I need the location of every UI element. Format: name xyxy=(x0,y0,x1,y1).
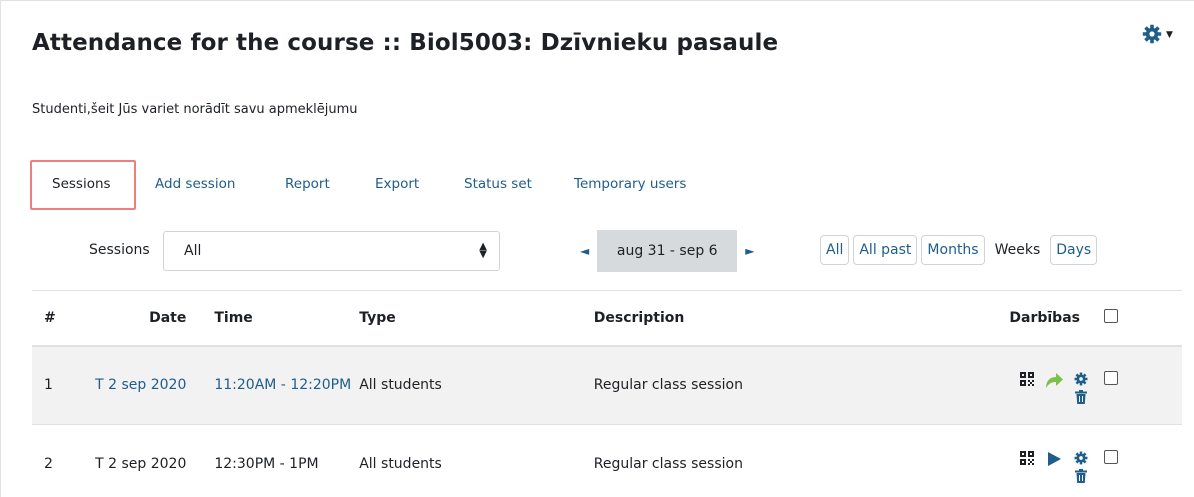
view-days-button[interactable]: Days xyxy=(1050,235,1098,265)
select-arrows-icon: ▲ ▼ xyxy=(479,241,487,260)
column-header-date: Date xyxy=(86,290,187,347)
cell-description: Regular class session xyxy=(593,345,980,425)
cell-type: All students xyxy=(359,345,594,425)
cell-actions xyxy=(979,424,1088,497)
row-checkbox[interactable] xyxy=(1103,450,1118,464)
view-all-button[interactable]: All xyxy=(820,235,850,265)
cell-select xyxy=(1087,424,1182,497)
settings-gear-icon[interactable] xyxy=(1074,451,1088,465)
cell-time: 12:30PM - 1PM xyxy=(186,424,360,497)
sessions-filter-select[interactable]: All ▲ ▼ xyxy=(163,231,500,271)
column-header-type: Type xyxy=(359,290,594,347)
cell-num: 1 xyxy=(32,345,87,425)
qr-code-icon[interactable] xyxy=(1019,451,1034,465)
row-checkbox[interactable] xyxy=(1103,371,1118,386)
page-title: Attendance for the course :: Biol5003: D… xyxy=(32,30,779,56)
tab-export[interactable]: Export xyxy=(375,176,419,192)
column-header-time: Time xyxy=(186,290,360,347)
view-buttons: All All past Months Weeks Days xyxy=(820,235,1098,265)
column-header-description: Description xyxy=(593,290,980,347)
previous-week-icon[interactable]: ◄ xyxy=(580,244,589,258)
settings-gear-icon[interactable] xyxy=(1074,372,1088,386)
view-weeks-current: Weeks xyxy=(994,242,1041,258)
tab-status-set[interactable]: Status set xyxy=(464,176,532,192)
view-all-past-button[interactable]: All past xyxy=(853,235,918,265)
tab-sessions[interactable]: Sessions xyxy=(52,176,111,192)
trash-icon[interactable] xyxy=(1074,469,1087,483)
cell-description: Regular class session xyxy=(593,424,980,497)
select-all-checkbox[interactable] xyxy=(1103,308,1118,323)
cell-time-link[interactable]: 11:20AM - 12:20PM xyxy=(186,345,360,425)
trash-icon[interactable] xyxy=(1074,390,1087,405)
column-header-select xyxy=(1087,290,1182,347)
cell-date: T 2 sep 2020 xyxy=(86,424,187,497)
play-icon[interactable] xyxy=(1044,451,1064,467)
table-row: 2 T 2 sep 2020 12:30PM - 1PM All student… xyxy=(32,424,1182,497)
current-week-range[interactable]: aug 31 - sep 6 xyxy=(597,230,738,272)
table-row: 1 T 2 sep 2020 11:20AM - 12:20PM All stu… xyxy=(32,345,1182,425)
column-header-num: # xyxy=(32,290,87,347)
sessions-filter-label: Sessions xyxy=(89,242,150,258)
column-header-actions: Darbības xyxy=(979,290,1088,347)
cell-select xyxy=(1087,345,1182,425)
sessions-table: # Date Time Type Description Darbības 1 … xyxy=(32,290,1182,497)
week-navigation: ◄ aug 31 - sep 6 ► xyxy=(580,230,754,272)
take-attendance-arrow-icon[interactable] xyxy=(1044,372,1064,390)
page-description: Studenti,šeit Jūs variet norādīt savu ap… xyxy=(32,102,358,117)
cell-date-link[interactable]: T 2 sep 2020 xyxy=(86,345,187,425)
tab-add-session[interactable]: Add session xyxy=(155,176,235,192)
qr-code-icon[interactable] xyxy=(1019,372,1034,387)
settings-menu[interactable]: ▼ xyxy=(1142,24,1173,44)
cell-type: All students xyxy=(359,424,594,497)
next-week-icon[interactable]: ► xyxy=(745,244,754,258)
chevron-down-icon: ▼ xyxy=(1166,30,1173,40)
tab-temporary-users[interactable]: Temporary users xyxy=(574,176,686,192)
cell-actions xyxy=(979,345,1088,425)
table-header-row: # Date Time Type Description Darbības xyxy=(32,290,1182,347)
cell-num: 2 xyxy=(32,424,87,497)
gear-icon[interactable] xyxy=(1142,24,1162,44)
sessions-filter-value: All xyxy=(184,243,202,259)
tab-report[interactable]: Report xyxy=(285,176,330,192)
view-months-button[interactable]: Months xyxy=(921,235,985,265)
